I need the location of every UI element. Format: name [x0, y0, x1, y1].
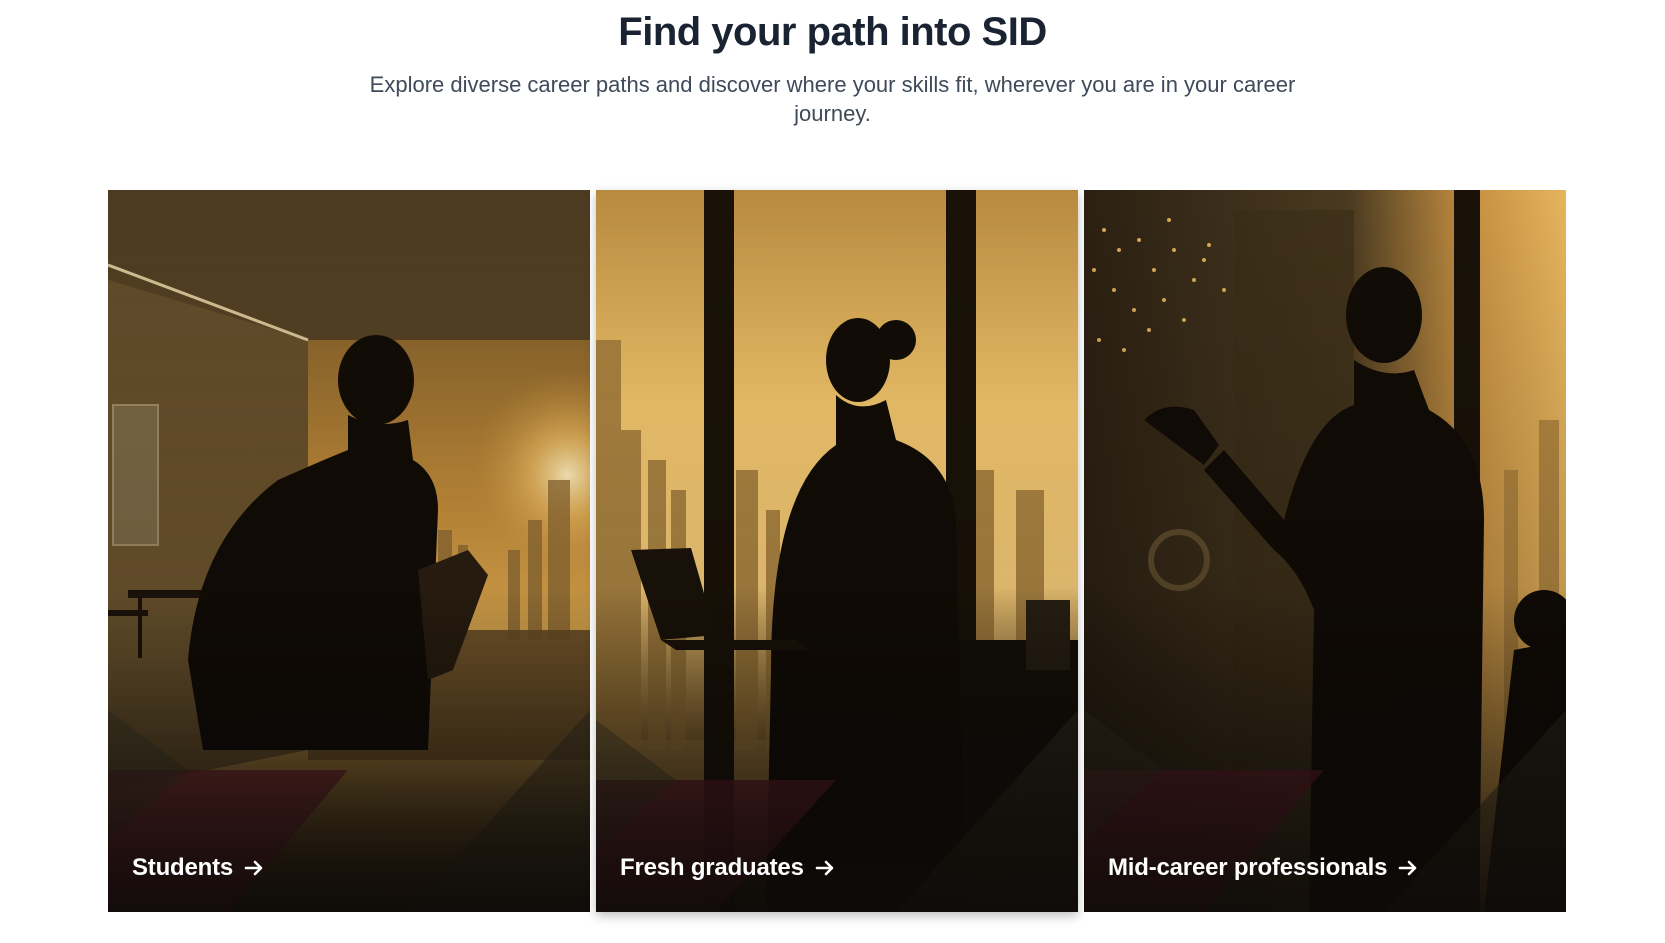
page-title: Find your path into SID — [618, 10, 1047, 54]
students-card-label: Students — [132, 854, 265, 882]
students-card-title: Students — [132, 854, 234, 881]
fresh-graduates-card-label: Fresh graduates — [620, 854, 836, 882]
mid-career-professionals-card-title: Mid-career professionals — [1108, 854, 1388, 881]
fresh-graduates-card[interactable]: Fresh graduates — [596, 190, 1078, 912]
students-card-image — [108, 190, 590, 912]
fresh-graduates-card-image — [596, 190, 1078, 912]
students-card[interactable]: Students — [108, 190, 590, 912]
fresh-graduates-card-title: Fresh graduates — [620, 854, 804, 881]
arrow-right-icon — [244, 860, 263, 876]
mid-career-professionals-card-image — [1084, 190, 1566, 912]
mid-career-professionals-card[interactable]: Mid-career professionals — [1084, 190, 1566, 912]
arrow-right-icon — [1399, 860, 1417, 876]
arrow-right-icon — [815, 860, 834, 876]
mid-career-professionals-card-label: Mid-career professionals — [1108, 854, 1419, 882]
career-path-cards: Students Fresh graduates Mid-career prof… — [108, 190, 1566, 912]
page-subtitle: Explore diverse career paths and discove… — [369, 72, 1296, 126]
